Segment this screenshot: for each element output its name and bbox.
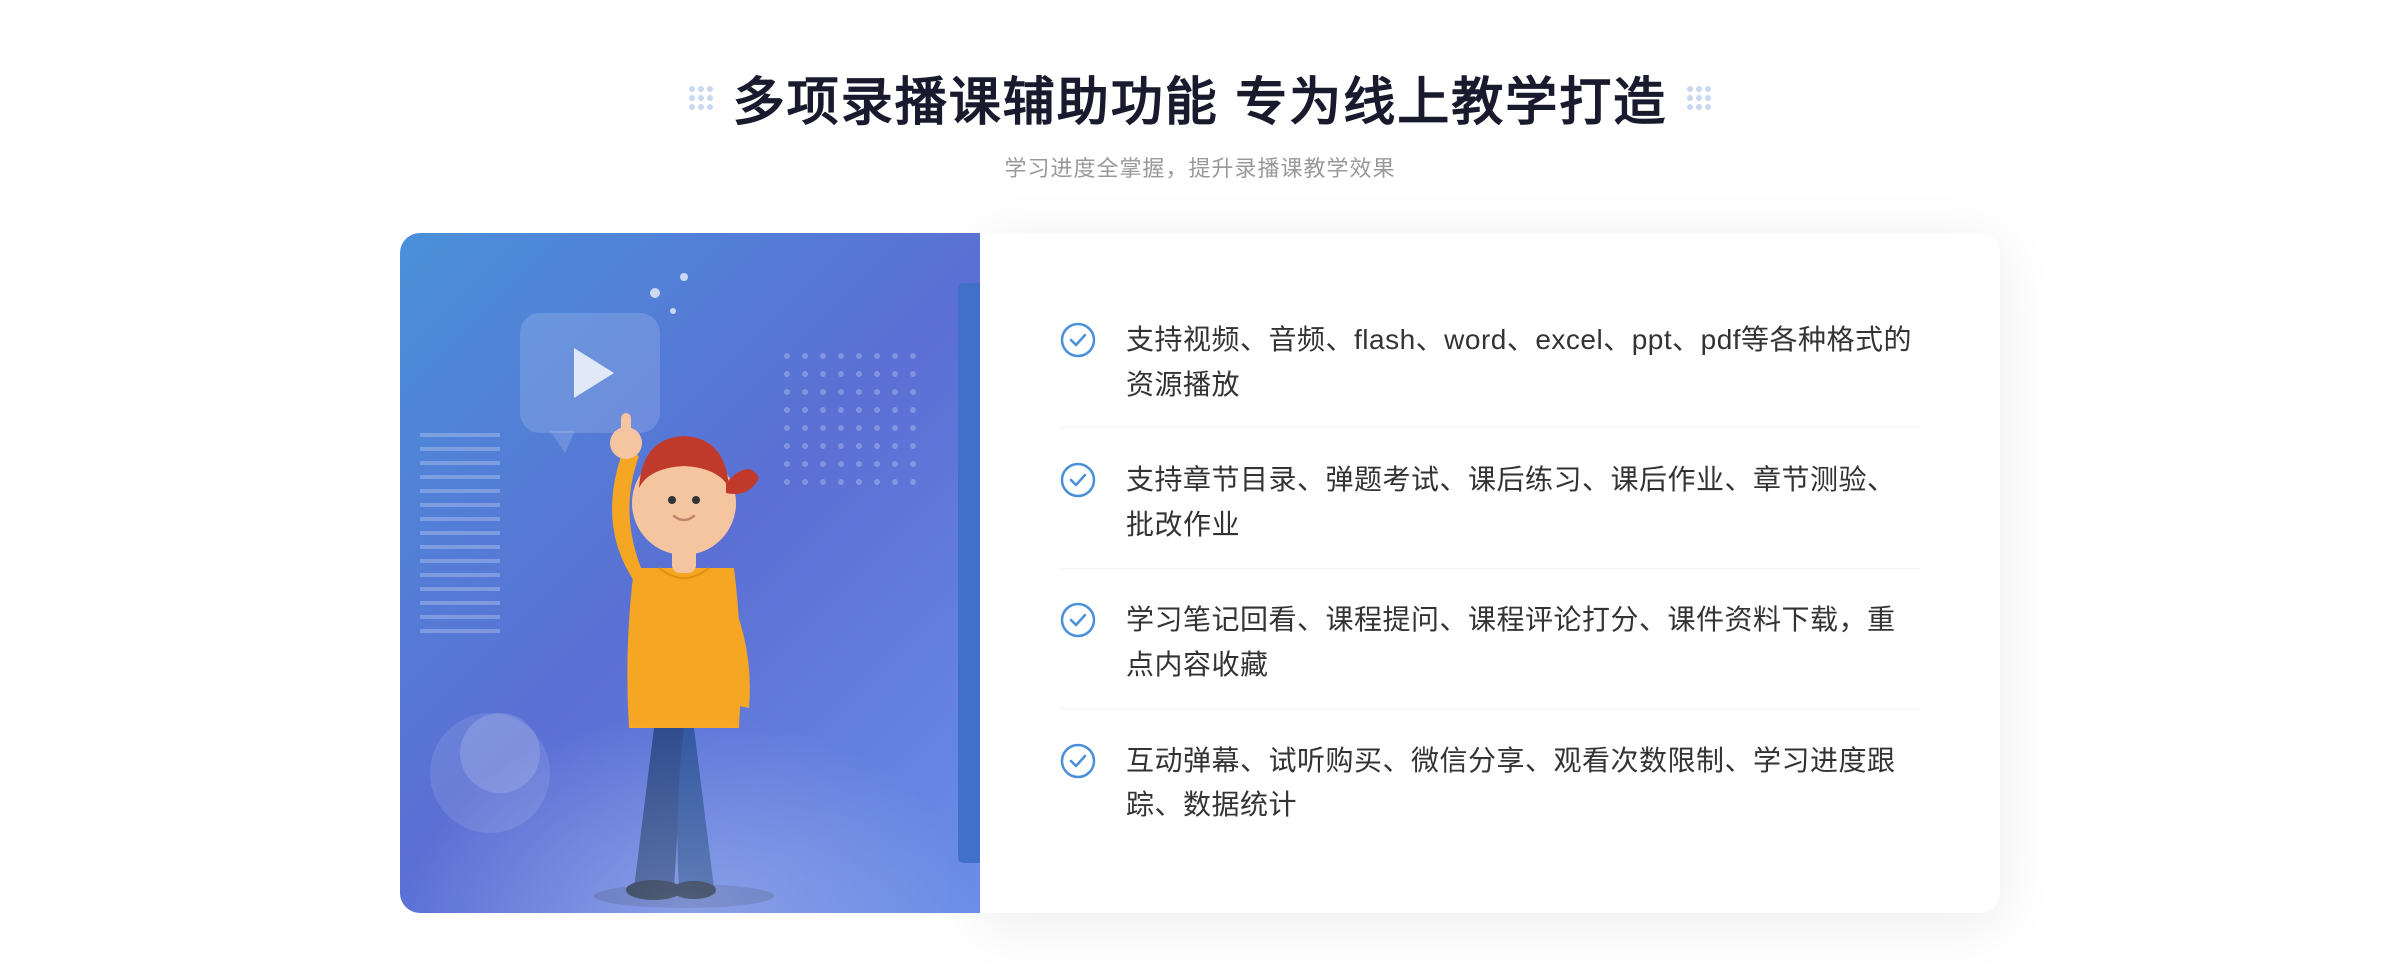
circle-deco-2 bbox=[460, 713, 540, 793]
stripes-decoration bbox=[420, 433, 500, 633]
title-row: 多项录播课辅助功能 专为线上教学打造 bbox=[689, 60, 1711, 135]
content-area: » bbox=[400, 233, 2000, 913]
right-decoration bbox=[1687, 86, 1711, 110]
check-icon-4 bbox=[1060, 743, 1096, 779]
left-decoration bbox=[689, 86, 713, 110]
check-icon-3 bbox=[1060, 602, 1096, 638]
page-subtitle: 学习进度全掌握，提升录播课教学效果 bbox=[1004, 151, 1395, 183]
feature-item-4: 互动弹幕、试听购买、微信分享、观看次数限制、学习进度跟踪、数据统计 bbox=[1060, 719, 1920, 849]
person-illustration bbox=[564, 348, 844, 913]
features-panel: 支持视频、音频、flash、word、excel、ppt、pdf等各种格式的资源… bbox=[980, 233, 2000, 913]
feature-text-3: 学习笔记回看、课程提问、课程评论打分、课件资料下载，重点内容收藏 bbox=[1126, 598, 1920, 688]
feature-item-3: 学习笔记回看、课程提问、课程评论打分、课件资料下载，重点内容收藏 bbox=[1060, 578, 1920, 709]
page-title: 多项录播课辅助功能 专为线上教学打造 bbox=[733, 60, 1667, 135]
feature-item-1: 支持视频、音频、flash、word、excel、ppt、pdf等各种格式的资源… bbox=[1060, 298, 1920, 429]
feature-text-4: 互动弹幕、试听购买、微信分享、观看次数限制、学习进度跟踪、数据统计 bbox=[1126, 739, 1920, 829]
illustration-panel bbox=[400, 233, 980, 913]
feature-item-2: 支持章节目录、弹题考试、课后练习、课后作业、章节测验、批改作业 bbox=[1060, 438, 1920, 569]
feature-text-2: 支持章节目录、弹题考试、课后练习、课后作业、章节测验、批改作业 bbox=[1126, 458, 1920, 548]
feature-text-1: 支持视频、音频、flash、word、excel、ppt、pdf等各种格式的资源… bbox=[1126, 318, 1920, 408]
check-icon-2 bbox=[1060, 462, 1096, 498]
page-wrapper: 多项录播课辅助功能 专为线上教学打造 学习进度全掌握，提升录播课教学效果 » bbox=[0, 60, 2400, 913]
header-section: 多项录播课辅助功能 专为线上教学打造 学习进度全掌握，提升录播课教学效果 bbox=[689, 60, 1711, 183]
accent-bar bbox=[958, 283, 980, 863]
dot-grid-left bbox=[689, 86, 713, 110]
check-icon-1 bbox=[1060, 322, 1096, 358]
dot-grid-right bbox=[1687, 86, 1711, 110]
